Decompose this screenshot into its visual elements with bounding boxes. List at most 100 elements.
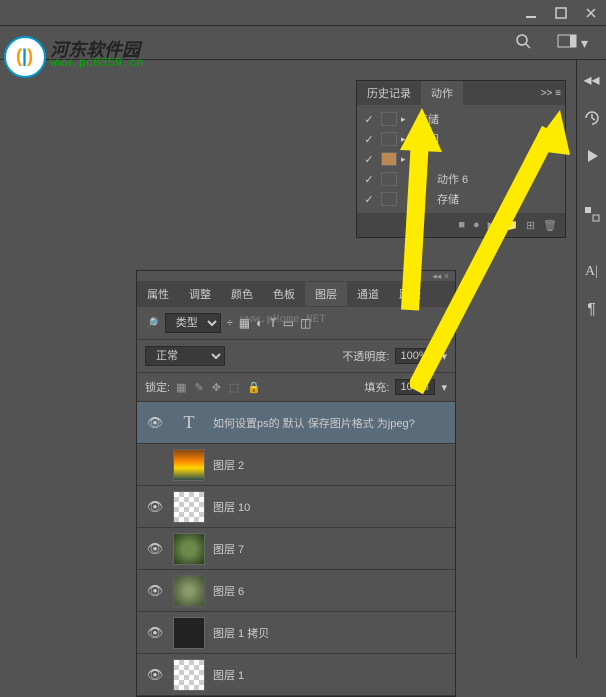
play-icon[interactable]: [582, 146, 602, 166]
layers-lock-row: 锁定: ▦ ✎ ✥ ⬚ 🔒 填充: ▾: [137, 373, 455, 402]
panel-collapse-icon[interactable]: ◂◂ ×: [432, 271, 449, 281]
action-item[interactable]: ✓▸组: [357, 149, 565, 169]
tab-layers[interactable]: 图层: [305, 282, 347, 306]
panel-options-icon[interactable]: >> ≡: [541, 88, 561, 99]
layer-row[interactable]: 👁 图层 7: [137, 528, 455, 570]
chevron-right-icon[interactable]: ▸: [401, 154, 413, 165]
action-item[interactable]: ✓▸存储: [357, 109, 565, 129]
lock-transparent-icon[interactable]: ▦: [176, 381, 186, 394]
layer-name[interactable]: 图层 1 拷贝: [213, 625, 447, 641]
paragraph-icon[interactable]: ¶: [582, 300, 602, 320]
collapse-icon[interactable]: ◂◂: [582, 70, 602, 90]
action-modal-box[interactable]: [381, 192, 397, 206]
tab-actions[interactable]: 动作: [421, 81, 463, 105]
layer-thumbnail[interactable]: [173, 659, 205, 691]
maximize-button[interactable]: [546, 3, 576, 23]
site-logo: (|) 河东软件园 www.pc0359.cn: [0, 60, 180, 110]
close-button[interactable]: [576, 3, 606, 23]
actions-panel: 历史记录 动作 >> ≡ ✓▸存储 ✓▸关闭 ✓▸组 ✓▾动作 6 ✓存储 ■ …: [356, 80, 566, 238]
layers-panel: ◂◂ × 属性 调整 颜色 色板 图层 通道 路径 🔎 类型 ÷ ▦ ◐ T ▭…: [136, 270, 456, 697]
workspace-switcher[interactable]: ▾: [549, 30, 596, 56]
layer-name[interactable]: 图层 6: [213, 583, 447, 599]
layer-name[interactable]: 图层 2: [213, 457, 447, 473]
actions-footer: ■ ● ▶ 📁 ⊞ 🗑: [357, 213, 565, 237]
tab-adjustments[interactable]: 调整: [179, 282, 221, 306]
stop-icon[interactable]: ■: [458, 219, 465, 231]
type-icon[interactable]: A|: [582, 262, 602, 282]
tab-swatches[interactable]: 色板: [263, 282, 305, 306]
layer-thumbnail[interactable]: [173, 449, 205, 481]
chevron-down-icon[interactable]: ▾: [421, 174, 433, 185]
layers-panel-tabs: 属性 调整 颜色 色板 图层 通道 路径: [137, 281, 455, 307]
check-icon[interactable]: ✓: [361, 153, 377, 166]
layer-row[interactable]: 👁 T 如何设置ps的 默认 保存图片格式 为jpeg?: [137, 402, 455, 444]
action-modal-box[interactable]: [381, 152, 397, 166]
visibility-icon[interactable]: 👁: [145, 583, 165, 599]
layer-row[interactable]: 👁 图层 1 拷贝: [137, 612, 455, 654]
lock-label: 锁定:: [145, 379, 170, 395]
chevron-right-icon[interactable]: ▸: [401, 134, 413, 145]
new-action-icon[interactable]: ⊞: [526, 219, 535, 232]
layer-name[interactable]: 如何设置ps的 默认 保存图片格式 为jpeg?: [213, 415, 447, 431]
action-modal-box[interactable]: [381, 172, 397, 186]
tab-color[interactable]: 颜色: [221, 282, 263, 306]
filter-type-select[interactable]: 类型: [165, 313, 221, 333]
history-icon[interactable]: [582, 108, 602, 128]
visibility-icon[interactable]: 👁: [145, 415, 165, 431]
tab-paths[interactable]: 路径: [389, 282, 431, 306]
filter-search-icon[interactable]: 🔎: [145, 317, 159, 330]
layer-thumbnail[interactable]: [173, 491, 205, 523]
lock-position-icon[interactable]: ✥: [212, 381, 221, 394]
search-icon[interactable]: [507, 29, 539, 56]
blend-mode-select[interactable]: 正常: [145, 346, 225, 366]
action-item[interactable]: ✓▾动作 6: [357, 169, 565, 189]
action-modal-box[interactable]: [381, 132, 397, 146]
layer-thumbnail[interactable]: [173, 617, 205, 649]
lock-pixels-icon[interactable]: ✎: [194, 381, 203, 394]
check-icon[interactable]: ✓: [361, 173, 377, 186]
opacity-input[interactable]: [395, 348, 435, 364]
layer-thumbnail[interactable]: [173, 575, 205, 607]
layers-blend-row: 正常 不透明度: ▾: [137, 340, 455, 373]
lock-artboard-icon[interactable]: ⬚: [229, 381, 239, 394]
layer-row[interactable]: 👁 图层 10: [137, 486, 455, 528]
tab-history[interactable]: 历史记录: [357, 81, 421, 105]
layer-thumbnail[interactable]: [173, 533, 205, 565]
lock-all-icon[interactable]: 🔒: [247, 381, 261, 394]
layer-name[interactable]: 图层 1: [213, 667, 447, 683]
delete-icon[interactable]: 🗑: [543, 219, 557, 232]
minimize-button[interactable]: [516, 3, 546, 23]
action-item[interactable]: ✓▸关闭: [357, 129, 565, 149]
layer-thumbnail[interactable]: T: [173, 407, 205, 439]
visibility-icon[interactable]: 👁: [145, 499, 165, 515]
layer-name[interactable]: 图层 7: [213, 541, 447, 557]
opacity-chevron-icon[interactable]: ▾: [441, 350, 447, 363]
swatches-icon[interactable]: [582, 204, 602, 224]
visibility-icon[interactable]: 👁: [145, 667, 165, 683]
layer-name[interactable]: 图层 10: [213, 499, 447, 515]
chevron-right-icon[interactable]: ▸: [401, 114, 413, 125]
play-action-icon[interactable]: ▶: [488, 219, 496, 232]
tab-properties[interactable]: 属性: [137, 282, 179, 306]
layer-row[interactable]: 图层 2: [137, 444, 455, 486]
new-folder-icon[interactable]: 📁: [504, 219, 518, 232]
check-icon[interactable]: ✓: [361, 133, 377, 146]
layer-row[interactable]: 👁 图层 6: [137, 570, 455, 612]
tab-channels[interactable]: 通道: [347, 282, 389, 306]
check-icon[interactable]: ✓: [361, 193, 377, 206]
check-icon[interactable]: ✓: [361, 113, 377, 126]
visibility-icon[interactable]: 👁: [145, 541, 165, 557]
action-item[interactable]: ✓存储: [357, 189, 565, 209]
fill-chevron-icon[interactable]: ▾: [441, 381, 447, 394]
action-modal-box[interactable]: [381, 112, 397, 126]
watermark: www.pHome.NET: [240, 314, 326, 326]
layer-row[interactable]: 👁 图层 1: [137, 654, 455, 696]
actions-panel-tabs: 历史记录 动作 >> ≡: [357, 81, 565, 105]
logo-url: www.pc0359.cn: [50, 56, 144, 70]
visibility-icon[interactable]: 👁: [145, 625, 165, 641]
fill-input[interactable]: [395, 379, 435, 395]
right-toolbar: ◂◂ A| ¶: [576, 60, 606, 658]
fill-label: 填充:: [364, 379, 389, 395]
record-icon[interactable]: ●: [473, 219, 480, 231]
actions-list: ✓▸存储 ✓▸关闭 ✓▸组 ✓▾动作 6 ✓存储: [357, 105, 565, 213]
